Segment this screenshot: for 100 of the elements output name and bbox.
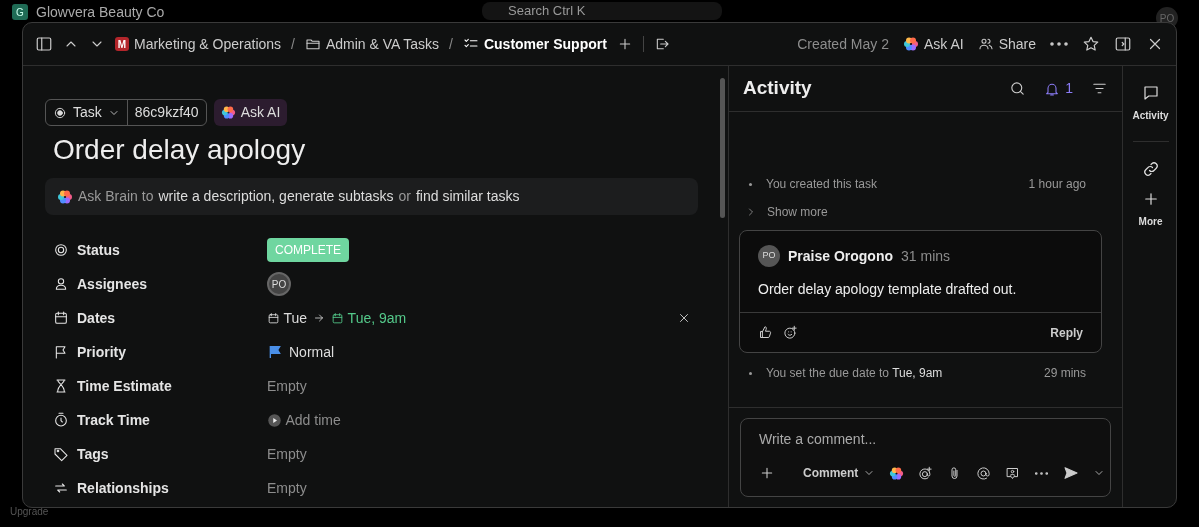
field-label: Time Estimate [77,376,172,396]
at-icon [976,465,992,481]
activity-time: 1 hour ago [1028,176,1086,193]
search-icon [1009,80,1027,97]
comment-author: Praise Orogono [788,246,894,266]
notifications-button[interactable]: 1 [1044,78,1073,99]
comment-time: 31 mins [901,246,951,266]
hint-text: or [398,187,411,207]
play-icon [267,412,282,428]
comment-text: Order delay apology template drafted out. [757,280,1018,299]
activity-tab[interactable]: Activity [1132,84,1169,123]
send-icon [1063,465,1080,481]
mention-button[interactable] [918,465,934,481]
ask-ai-button[interactable]: Ask AI [902,33,964,55]
task-id[interactable]: 86c9kzf40 [126,100,206,125]
field-label: Relationships [77,478,169,498]
due-date[interactable]: Tue, 9am [331,307,407,329]
breadcrumb-separator: / [291,34,295,54]
ask-ai-button[interactable]: Ask AI [213,99,288,126]
panel-toggle-button[interactable] [1114,35,1132,53]
share-button[interactable]: Share [977,33,1036,55]
link-tab[interactable] [1141,160,1160,178]
star-icon [1082,35,1100,53]
panel-icon [1114,35,1132,53]
add-time-button[interactable]: Add time [267,409,341,431]
ai-icon [57,188,73,205]
panel-icon [35,35,53,53]
stopwatch-icon [53,412,69,429]
field-label: Priority [77,342,126,362]
activity-text: You set the due date to Tue, 9am [766,365,943,382]
add-button[interactable] [759,465,775,481]
empty-value[interactable]: Empty [267,443,307,465]
more-icon [1034,471,1050,475]
activity-time: 29 mins [1043,365,1086,382]
more-icon [1050,42,1068,46]
send-button[interactable] [1063,465,1080,481]
at-button[interactable] [976,465,992,481]
search-button[interactable] [1009,80,1027,97]
comment-box[interactable]: Write a comment... Comment [740,418,1111,497]
workspace-logo[interactable]: G [12,4,28,20]
mention-icon [918,465,934,481]
flag-icon [267,344,283,361]
start-date[interactable]: Tue [267,307,308,329]
breadcrumb-link[interactable]: Customer Support [462,33,607,55]
comment-field[interactable]: Write a comment... [759,429,1096,450]
ask-brain-bar[interactable]: Ask Brain to write a description, generate subtasks or find similar tasks [45,178,698,216]
radio-icon [53,105,67,120]
task-type-button[interactable]: Task [46,100,127,125]
reply-button[interactable]: Reply [1050,323,1083,342]
field-label: Assignees [77,274,148,294]
breadcrumb-link[interactable]: Admin & VA Tasks [304,33,440,55]
ai-icon [902,36,919,52]
suggestion-link[interactable]: write a description, generate subtasks [158,186,394,208]
comment-type-dropdown[interactable]: Comment [803,464,876,482]
link-icon [1141,160,1160,178]
flag-icon [53,344,69,361]
field-label: Tags [77,444,109,464]
empty-value[interactable]: Empty [267,477,307,499]
ai-icon [220,105,236,120]
breadcrumb-link[interactable]: M Marketing & Operations [115,33,282,55]
search-field[interactable]: Search Ctrl K [482,2,722,20]
activity-text: You created this task [766,176,877,193]
priority-value[interactable]: Normal [289,341,335,363]
calendar-icon [331,311,345,325]
calendar-icon [267,311,280,325]
show-more-button[interactable]: Show more [745,203,828,221]
ai-button[interactable] [889,465,905,481]
people-icon [977,36,994,52]
task-title[interactable]: Order delay apology [53,132,698,169]
more-tab[interactable]: More [1138,190,1163,229]
created-date: Created May 2 [797,34,889,54]
breadcrumb-separator: / [449,34,453,54]
comment-icon [1141,84,1160,102]
field-label: Track Time [77,410,150,430]
emoji-icon [783,325,798,340]
plus-icon [759,465,775,481]
assignee-avatar[interactable]: PO [267,272,291,297]
person-icon [53,276,69,293]
folder-icon [304,36,321,52]
more-button[interactable] [1034,471,1050,475]
workspace-name[interactable]: Glowvera Beauty Co [36,1,165,23]
scrollbar-thumb[interactable] [720,78,725,218]
status-icon [53,242,69,259]
like-button[interactable] [758,325,773,340]
reaction-button[interactable] [783,325,798,340]
space-badge: M [115,37,129,51]
author-avatar: PO [758,245,780,267]
more-button[interactable] [1050,42,1068,46]
activity-title: Activity [743,77,812,100]
hint-text: Ask Brain to [78,187,154,207]
calendar-icon [53,310,69,327]
thumbs-up-icon [758,325,773,340]
sidebar-toggle-icon[interactable] [35,35,53,53]
tag-icon [53,446,69,463]
field-label: Status [77,240,120,260]
favorite-button[interactable] [1082,35,1100,53]
suggestion-link[interactable]: find similar tasks [415,186,520,208]
ai-icon [889,465,905,481]
empty-value[interactable]: Empty [267,375,307,397]
assign-button[interactable] [1005,465,1021,481]
